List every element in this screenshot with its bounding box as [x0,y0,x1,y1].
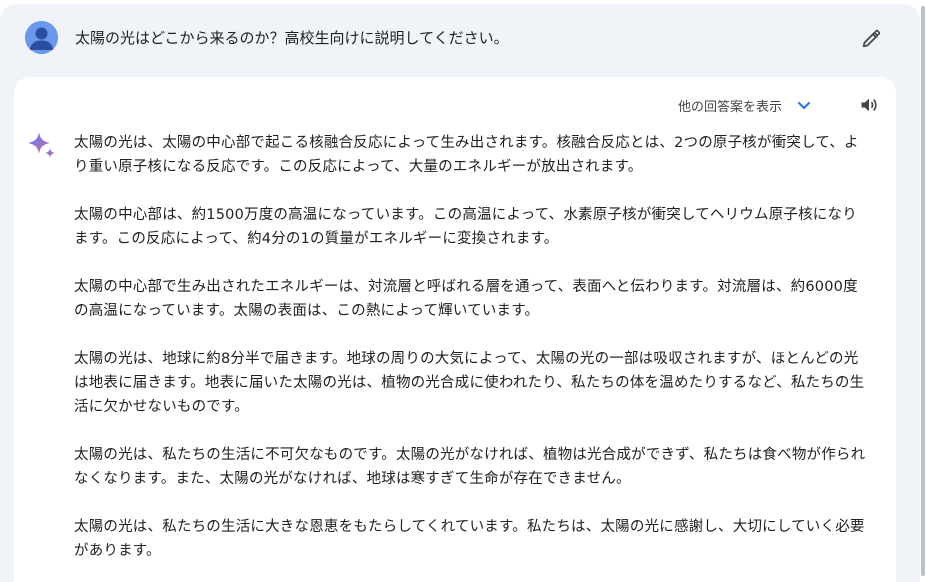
user-prompt-row: 太陽の光はどこから来るのか？高校生向けに説明してください。 [0,4,920,76]
show-drafts-button[interactable]: 他の回答案を表示 [678,93,814,117]
pencil-icon[interactable] [856,24,886,54]
show-drafts-label: 他の回答案を表示 [678,99,783,115]
response-card: 他の回答案を表示 太陽の光は、太陽の中心部で起こる核融合反応によって生み出されま… [14,77,896,582]
response-paragraph: 太陽の光は、私たちの生活に大きな恩恵をもたらしてくれています。私たちは、太陽の光… [74,519,865,559]
response-paragraph: 太陽の光は、私たちの生活に不可欠なものです。太陽の光がなければ、植物は光合成がで… [74,447,866,487]
prompt-text: 太陽の光はどこから来るのか？高校生向けに説明してください。 [75,29,509,47]
scrollbar-thumb[interactable] [921,6,925,576]
scrollbar[interactable] [920,0,927,582]
gemini-spark-icon [27,131,57,161]
speaker-icon[interactable] [856,92,882,118]
response-paragraph: 太陽の中心部で生み出されたエネルギーは、対流層と呼ばれる層を通って、表面へと伝わ… [74,279,858,319]
page: 太陽の光はどこから来るのか？高校生向けに説明してください。 他の回答案を表示 太… [0,0,927,582]
response-text: 太陽の光は、太陽の中心部で起こる核融合反応によって生み出されます。核融合反応とは… [74,131,866,582]
response-paragraph: 太陽の中心部は、約1500万度の高温になっています。この高温によって、水素原子核… [74,207,857,247]
response-paragraph: 太陽の光は、地球に約8分半で届きます。地球の周りの大気によって、太陽の光の一部は… [74,351,865,415]
user-avatar-icon[interactable] [25,21,58,54]
response-paragraph: 太陽の光は、太陽の中心部で起こる核融合反応によって生み出されます。核融合反応とは… [74,135,859,175]
chevron-down-icon [794,95,814,115]
chat-area: 太陽の光はどこから来るのか？高校生向けに説明してください。 他の回答案を表示 太… [0,4,920,582]
